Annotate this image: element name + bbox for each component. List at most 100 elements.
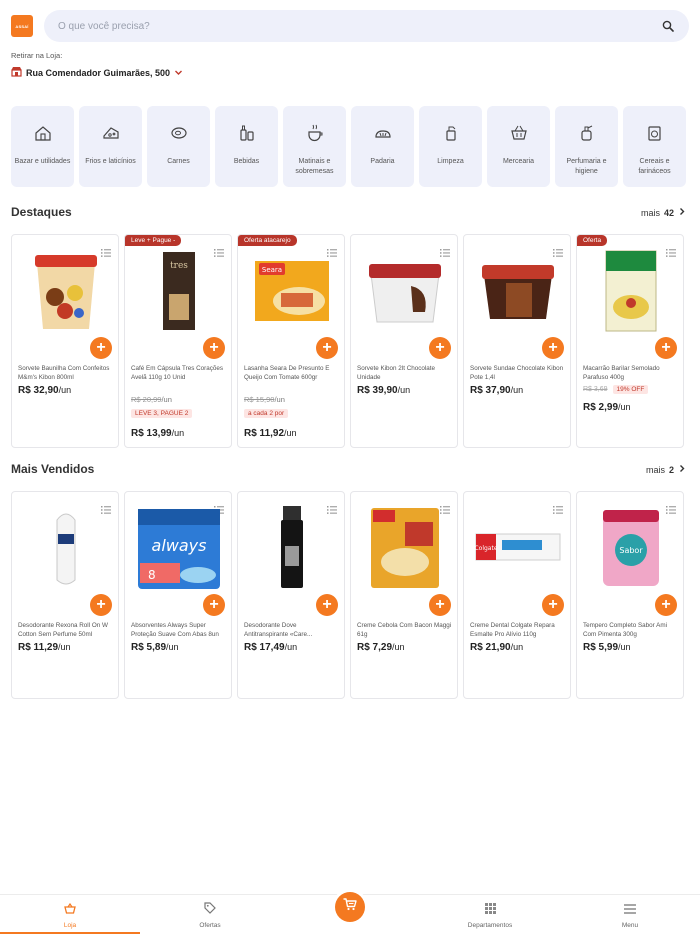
mais-vendidos-more-link[interactable]: mais 2: [646, 464, 686, 475]
nav-ofertas[interactable]: Ofertas: [185, 895, 235, 934]
category-tile[interactable]: Carnes: [147, 106, 210, 187]
add-to-cart-button[interactable]: +: [203, 337, 225, 359]
category-tile[interactable]: Frios e laticínios: [79, 106, 142, 187]
category-label: Matinais e sobremesas: [295, 158, 334, 175]
pickup-label: Retirar na Loja:: [11, 51, 63, 60]
product-image[interactable]: Sabor: [587, 504, 675, 592]
add-to-cart-button[interactable]: +: [655, 594, 677, 616]
add-to-cart-button[interactable]: +: [429, 337, 451, 359]
category-tile[interactable]: Mercearia: [487, 106, 550, 187]
product-image[interactable]: [474, 247, 562, 335]
cart-icon: [343, 898, 357, 916]
product-card[interactable]: + Creme Cebola Com Bacon Maggi 61g R$ 7,29…: [350, 491, 458, 699]
add-to-cart-button[interactable]: +: [90, 337, 112, 359]
discount-tag: 19% OFF: [612, 385, 649, 394]
price-value: R$ 17,49: [244, 642, 285, 653]
nav-label: Menu: [621, 922, 639, 929]
old-price: R$ 3,69: [583, 386, 608, 393]
price-unit: /un: [166, 642, 179, 652]
price-value: R$ 32,90: [18, 385, 59, 396]
product-card[interactable]: Colgate + Creme Dental Colgate Repara Esma…: [463, 491, 571, 699]
svg-text:8: 8: [148, 568, 156, 582]
product-image[interactable]: [248, 504, 336, 592]
product-name: Tempero Completo Sabor Ami Com Pimenta 3…: [583, 622, 667, 638]
product-card[interactable]: Oferta + Macarrão Barilar Semolado Parafus…: [576, 234, 684, 448]
category-tile[interactable]: Cereais e farináceos: [623, 106, 686, 187]
product-image[interactable]: Colgate: [474, 504, 562, 592]
more-label: mais: [645, 464, 665, 475]
nav-departamentos[interactable]: Departamentos: [455, 895, 525, 934]
more-label: mais: [640, 207, 660, 218]
product-name: Lasanha Seara De Presunto E Queijo Com T…: [244, 365, 330, 381]
section-title-destaques: Destaques: [11, 205, 72, 219]
search-icon[interactable]: [661, 19, 675, 33]
nav-loja[interactable]: Loja: [50, 895, 90, 934]
old-price: R$ 20,99: [131, 395, 162, 404]
price-value: R$ 11,92: [244, 428, 285, 439]
svg-text:tres: tres: [170, 261, 188, 271]
product-card[interactable]: + Desodorante Rexona Roll On W Cotton Sem…: [11, 491, 119, 699]
product-card[interactable]: Leve + Pague - tres + Café Em Cápsula Tres …: [124, 234, 232, 448]
price-unit: /un: [618, 402, 631, 412]
product-image[interactable]: [361, 247, 449, 335]
add-to-cart-button[interactable]: +: [429, 594, 451, 616]
logo-text: ASSAÍ: [15, 23, 29, 29]
product-price: R$ 11,29/un: [18, 642, 71, 653]
category-tile[interactable]: Padaria: [351, 106, 414, 187]
price-value: R$ 21,90: [470, 642, 511, 653]
price-value: R$ 13,99: [131, 428, 172, 439]
add-to-cart-button[interactable]: +: [316, 337, 338, 359]
old-price-unit: /un: [274, 395, 285, 404]
price-unit: /un: [284, 428, 297, 438]
product-image[interactable]: tres: [135, 247, 223, 335]
price-unit: /un: [171, 428, 185, 438]
product-name: Desodorante Rexona Roll On W Cotton Sem …: [18, 622, 108, 638]
pickup-address-selector[interactable]: Rua Comendador Guimarães, 500: [11, 66, 183, 80]
category-tile[interactable]: Limpeza: [419, 106, 482, 187]
product-card[interactable]: Sabor + Tempero Completo Sabor Ami Com Pim…: [576, 491, 684, 699]
product-name: Sorvete Sundae Chocolate Kibon Pote 1,4l: [470, 365, 564, 381]
add-to-cart-button[interactable]: +: [542, 594, 564, 616]
product-price: R$ 7,29/un: [357, 642, 405, 653]
pickup-address: Rua Comendador Guimarães, 500: [26, 68, 171, 78]
price-value: R$ 7,29: [357, 642, 393, 653]
product-price: R$ 17,49/un: [244, 642, 297, 653]
add-to-cart-button[interactable]: +: [316, 594, 338, 616]
add-to-cart-button[interactable]: +: [203, 594, 225, 616]
price-value: R$ 39,90: [357, 385, 398, 396]
product-image[interactable]: [22, 247, 110, 335]
product-card[interactable]: + Sorvete Baunilha Com Confeitos M&m's Ki…: [11, 234, 119, 448]
promo-badge: Leve + Pague -: [125, 235, 182, 246]
nav-menu[interactable]: Menu: [610, 895, 650, 934]
category-label: Perfumaria e higiene: [566, 158, 607, 175]
category-tile[interactable]: Matinais e sobremesas: [283, 106, 346, 187]
old-price: R$ 15,90: [244, 395, 275, 404]
category-tile[interactable]: Perfumaria e higiene: [555, 106, 618, 187]
product-card[interactable]: always 8 + Absorventes Always Super Proteçã…: [124, 491, 232, 699]
add-to-cart-button[interactable]: +: [542, 337, 564, 359]
search-input[interactable]: [58, 20, 661, 32]
cart-button[interactable]: [335, 892, 365, 922]
category-tile[interactable]: Bebidas: [215, 106, 278, 187]
add-to-cart-button[interactable]: +: [90, 594, 112, 616]
product-card[interactable]: + Sorvete Sundae Chocolate Kibon Pote 1,4…: [463, 234, 571, 448]
product-price: R$ 11,92/un: [244, 428, 297, 439]
product-card[interactable]: + Sorvete Kibon 2lt Chocolate Unidade R$ 3…: [350, 234, 458, 448]
store-logo[interactable]: ASSAÍ: [11, 15, 33, 37]
product-image[interactable]: [361, 504, 449, 592]
category-tile[interactable]: Bazar e utilidades: [11, 106, 74, 187]
cleaning-icon: [441, 123, 461, 143]
destaques-more-link[interactable]: mais 42: [641, 207, 686, 218]
price-unit: /un: [510, 385, 524, 395]
product-card[interactable]: + Desodorante Dove Antitranspirante «Care…: [237, 491, 345, 699]
add-to-cart-button[interactable]: +: [655, 337, 677, 359]
category-label: Cereais e farináceos: [638, 158, 671, 175]
nav-label: Loja: [63, 922, 77, 929]
product-image[interactable]: [587, 247, 675, 335]
search-bar[interactable]: [44, 10, 689, 42]
product-card[interactable]: Oferta atacarejo Seara + Lasanha Seara De P…: [237, 234, 345, 448]
product-price: R$ 37,90/un: [470, 385, 523, 396]
product-image[interactable]: [22, 504, 110, 592]
product-image[interactable]: Seara: [248, 247, 336, 335]
product-image[interactable]: always 8: [135, 504, 223, 592]
